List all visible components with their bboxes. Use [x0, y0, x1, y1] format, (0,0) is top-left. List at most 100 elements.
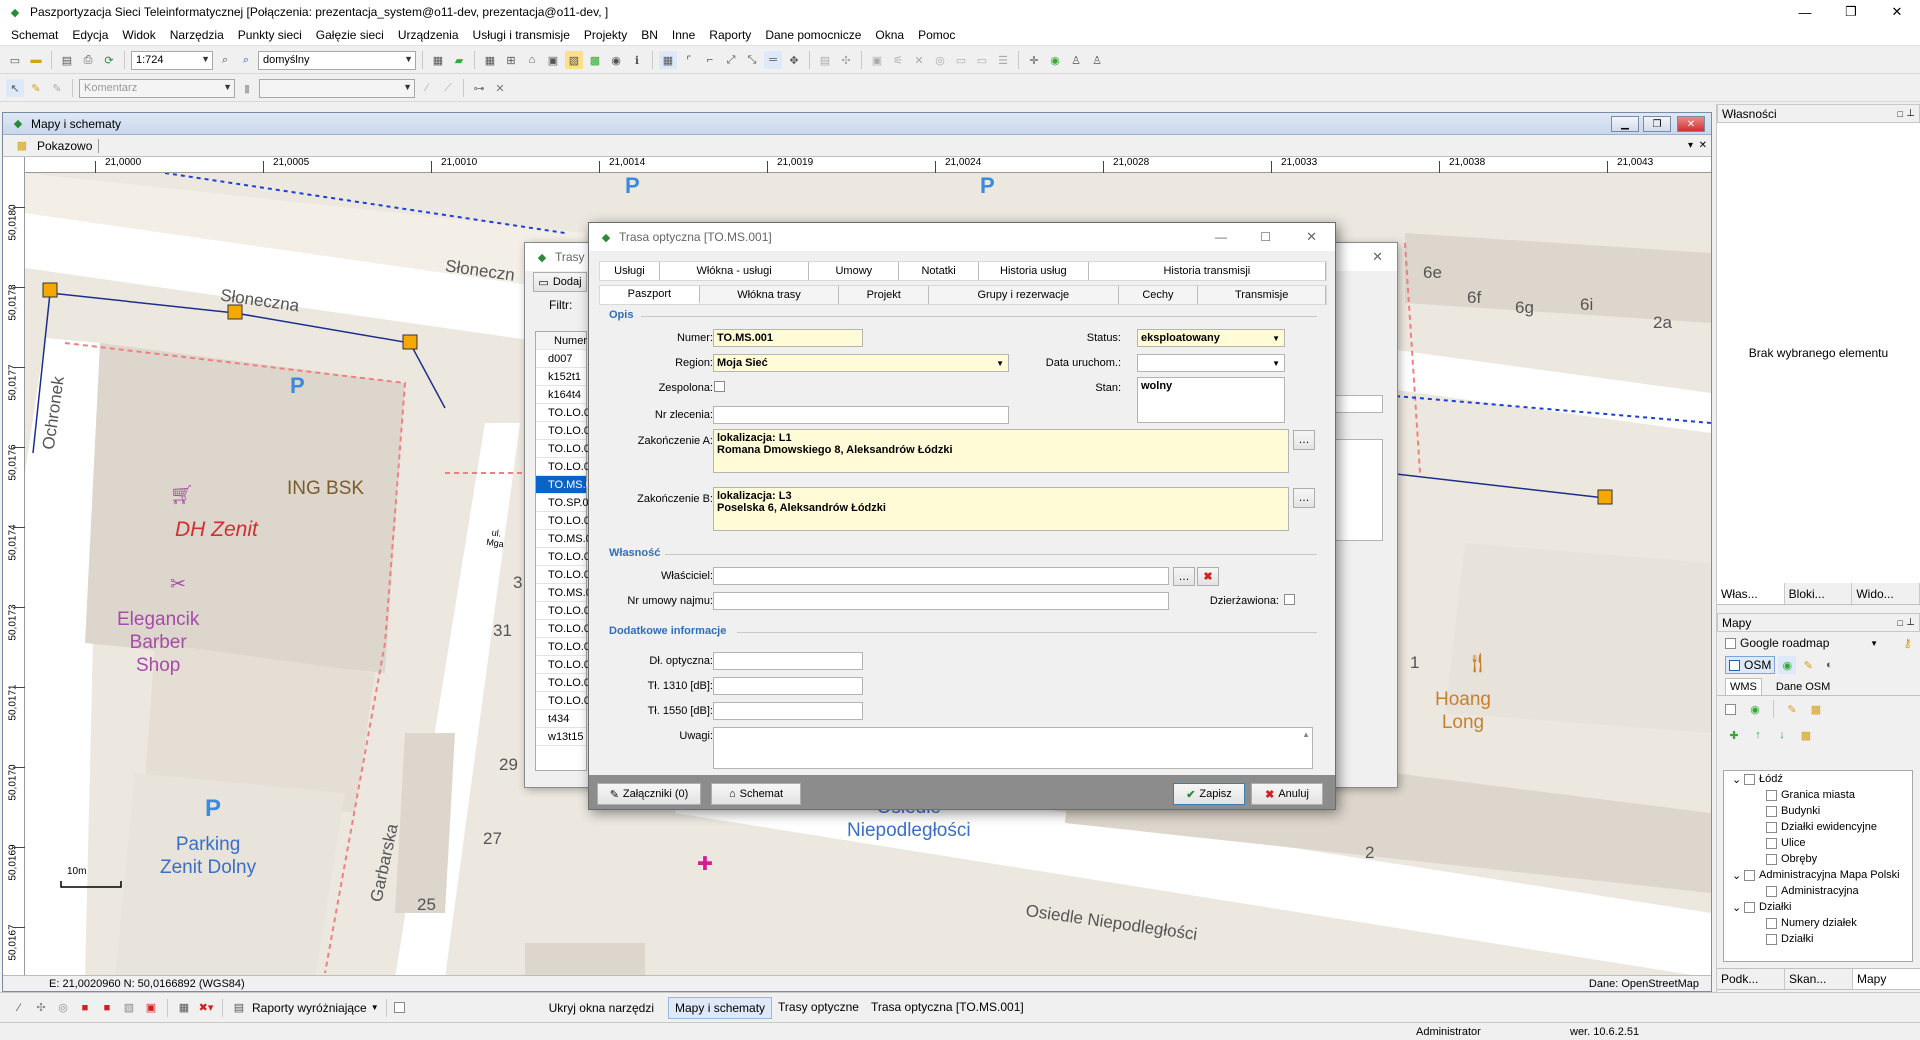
list-item[interactable]: TO.LO.01: [536, 404, 596, 422]
attachments-button[interactable]: ✎ Załączniki (0): [597, 783, 701, 805]
status-select[interactable]: eksploatowany ▼: [1137, 329, 1285, 347]
menu-12[interactable]: Dane pomocnicze: [758, 28, 868, 42]
menu-11[interactable]: Raporty: [702, 28, 758, 42]
save-button[interactable]: ✔ Zapisz: [1173, 783, 1245, 805]
shrink-icon[interactable]: ⤡: [743, 51, 761, 69]
list-item[interactable]: w13t15: [536, 728, 586, 746]
list-item[interactable]: TO.LO.00: [536, 620, 596, 638]
zakonczenie-a-browse-button[interactable]: …: [1293, 430, 1315, 450]
tree-checkbox[interactable]: [1766, 805, 1777, 817]
table-icon[interactable]: ▦: [659, 51, 677, 69]
menu-8[interactable]: Projekty: [577, 28, 634, 42]
list-item[interactable]: TO.LO.01: [536, 422, 596, 440]
scale-combo[interactable]: 1:724 ▼: [131, 50, 213, 70]
bottom-checkbox[interactable]: [393, 1002, 405, 1013]
dialog-close-button[interactable]: ✕: [1306, 229, 1317, 245]
add-route-button[interactable]: ▭ Dodaj: [533, 272, 587, 292]
tree-expand-icon[interactable]: ⌄: [1732, 773, 1744, 786]
dialog-tab2-4[interactable]: Cechy: [1118, 286, 1199, 304]
pencil-icon[interactable]: ✎: [27, 79, 45, 97]
list-item[interactable]: d007: [536, 350, 586, 368]
tree-item[interactable]: ⌄ Administracyjna Mapa Polski: [1724, 867, 1912, 883]
mw-minimize-button[interactable]: ▁: [1611, 116, 1639, 132]
maximize-button[interactable]: ❐: [1828, 0, 1874, 24]
list-item[interactable]: TO.LO.01: [536, 440, 596, 458]
tree-item[interactable]: Działki: [1724, 931, 1912, 947]
list-item[interactable]: k164t4: [536, 386, 586, 404]
tree-checkbox[interactable]: [1744, 773, 1755, 785]
new-icon[interactable]: ▭: [6, 51, 24, 69]
report-icon[interactable]: ▤: [230, 999, 248, 1017]
zakonczenie-a-field[interactable]: lokalizacja: L1 Romana Dmowskiego 8, Alek…: [713, 429, 1289, 473]
tab-pokazowo[interactable]: Pokazowo: [37, 138, 100, 153]
globe-icon[interactable]: ◉: [607, 51, 625, 69]
osm-toggle[interactable]: OSM: [1725, 656, 1776, 674]
key-icon[interactable]: ⚷: [1903, 636, 1912, 650]
tree-item[interactable]: Ulice: [1724, 835, 1912, 851]
tree-checkbox[interactable]: [1766, 885, 1777, 897]
list-item[interactable]: TO.MS.00: [536, 476, 598, 494]
zakonczenie-b-browse-button[interactable]: …: [1293, 488, 1315, 508]
wms-edit-icon[interactable]: ✎: [1783, 700, 1801, 718]
reports-dropdown[interactable]: Raporty wyróżniające: [252, 1001, 367, 1015]
red-square2-icon[interactable]: ■: [98, 999, 116, 1017]
tool-a-icon[interactable]: ▤: [816, 51, 834, 69]
print-icon[interactable]: ⎙: [79, 51, 97, 69]
select-icon[interactable]: ▧: [565, 51, 583, 69]
tree-item[interactable]: Działki ewidencyjne: [1724, 819, 1912, 835]
tool-e-icon[interactable]: ◎: [931, 51, 949, 69]
t1550-field[interactable]: [713, 702, 863, 720]
panel-pin-icon[interactable]: ⊥: [1906, 108, 1915, 119]
tabs-close-icon[interactable]: ✕: [1699, 140, 1707, 151]
comment-combo[interactable]: Komentarz ▼: [79, 78, 235, 98]
tree-item[interactable]: Numery działek: [1724, 915, 1912, 931]
nr-zlecenia-field[interactable]: [713, 406, 1009, 424]
style-combo[interactable]: domyślny ▼: [258, 50, 416, 70]
tree-checkbox[interactable]: [1766, 837, 1777, 849]
line-tool-icon[interactable]: ∕: [418, 79, 436, 97]
osm-settings-icon[interactable]: ◐: [1820, 656, 1838, 674]
dialog-tab2-5[interactable]: Transmisje: [1198, 286, 1326, 304]
routes-close-button[interactable]: ✕: [1372, 249, 1383, 265]
cancel-icon[interactable]: ✕: [491, 79, 509, 97]
dl-optyczna-field[interactable]: [713, 652, 863, 670]
polyline-icon[interactable]: ⟋: [439, 79, 457, 97]
menu-0[interactable]: Schemat: [4, 28, 65, 42]
pointer-icon[interactable]: ↖: [6, 79, 24, 97]
tree-checkbox[interactable]: [1766, 853, 1777, 865]
bottom-tab-0[interactable]: Podk...: [1717, 969, 1785, 989]
list-item[interactable]: TO.MS.00: [536, 584, 598, 602]
pen-icon[interactable]: ∕: [10, 999, 28, 1017]
map-subtab-1[interactable]: Dane OSM: [1772, 679, 1834, 695]
panel-menu-icon[interactable]: □: [1898, 109, 1903, 119]
move-icon[interactable]: ✥: [785, 51, 803, 69]
minimize-button[interactable]: —: [1782, 0, 1828, 24]
cancel-button[interactable]: ✖ Anuluj: [1251, 783, 1323, 805]
hide-tools-button[interactable]: Ukryj okna narzędzi: [549, 1001, 654, 1015]
tree-checkbox[interactable]: [1766, 917, 1777, 929]
google-dropdown-icon[interactable]: ▼: [1870, 639, 1878, 648]
dialog-tab-4[interactable]: Historia usług: [979, 262, 1089, 280]
color-square-icon[interactable]: ▣: [142, 999, 160, 1017]
task-button-2[interactable]: Trasa optyczna [TO.MS.001]: [865, 997, 1030, 1019]
expand-icon[interactable]: ⤢: [722, 51, 740, 69]
wms-checkbox[interactable]: [1725, 703, 1736, 715]
menu-6[interactable]: Urządzenia: [391, 28, 466, 42]
zoom-fit-icon[interactable]: ⌕: [237, 51, 255, 69]
frame-icon[interactable]: ⌜: [680, 51, 698, 69]
align-icon[interactable]: ⌐: [701, 51, 719, 69]
tree-checkbox[interactable]: [1766, 933, 1777, 945]
bottom-tab-1[interactable]: Skan...: [1785, 969, 1853, 989]
column-header-numer[interactable]: Numer: [536, 332, 587, 350]
schemat-button[interactable]: ⌂ Schemat: [711, 783, 801, 805]
tree-checkbox[interactable]: [1744, 901, 1755, 913]
delete-icon[interactable]: ✕: [910, 51, 928, 69]
list-item[interactable]: TO.LO.00: [536, 656, 596, 674]
dialog-tab-0[interactable]: Usługi: [600, 262, 660, 280]
grid-select-icon[interactable]: ▦: [175, 999, 193, 1017]
nr-umowy-field[interactable]: [713, 592, 1169, 610]
task-button-0[interactable]: Mapy i schematy: [668, 996, 773, 1019]
task-button-1[interactable]: Trasy optyczne: [772, 997, 865, 1019]
list-item[interactable]: TO.SP.00: [536, 494, 595, 512]
tree-item[interactable]: Budynki: [1724, 803, 1912, 819]
